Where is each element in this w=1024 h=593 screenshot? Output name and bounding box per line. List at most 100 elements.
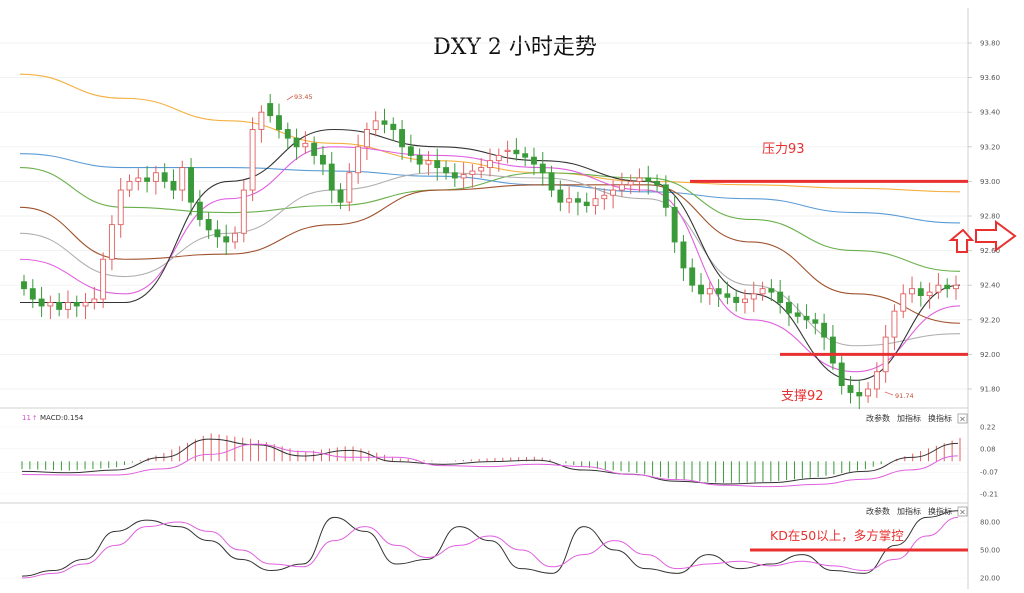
resistance-label: 压力93 <box>762 142 805 157</box>
candle-body <box>592 198 599 207</box>
chart-root: DXY 2 小时走势 93.80 93.60 93.40 93.20 93.00 92.8… <box>0 0 1024 589</box>
candle-body <box>909 288 915 295</box>
candle-body <box>531 156 537 165</box>
price-tick-label: 93.40 <box>980 109 1000 117</box>
candle-body <box>38 298 45 307</box>
candle-body <box>645 177 652 182</box>
candle-body <box>179 167 186 191</box>
candle-body <box>680 241 687 269</box>
macd-tick-label: 0.08 <box>980 445 996 453</box>
kd-edit-params-button[interactable]: 改参数 <box>866 506 890 516</box>
candle-body <box>513 149 520 155</box>
candle-body <box>240 189 247 234</box>
candle-body <box>65 302 71 310</box>
candle-body <box>144 177 151 182</box>
candle-body <box>785 302 792 314</box>
candle-body <box>416 154 423 165</box>
kd-add-indicator-button[interactable]: 加指标 <box>897 506 921 516</box>
candle-body <box>583 201 590 207</box>
candle-body <box>258 111 265 130</box>
price-tick-label: 93.20 <box>980 143 1000 151</box>
candle-body <box>355 146 362 174</box>
candle-body <box>469 170 476 175</box>
candle-body <box>161 172 168 182</box>
candle-body <box>548 172 555 191</box>
candle-body <box>328 163 335 191</box>
candle-body <box>135 177 142 182</box>
svg-text:×: × <box>959 508 966 517</box>
candle-body <box>671 206 678 243</box>
candle-body <box>917 288 924 297</box>
candle-body <box>451 172 458 179</box>
candle-body <box>742 298 748 303</box>
candle-body <box>803 315 810 321</box>
macd-tick-label: -0.07 <box>980 469 998 477</box>
price-tick-label: 93.80 <box>980 40 1000 48</box>
price-tick-label: 93.00 <box>980 178 1000 186</box>
candle-body <box>47 302 54 307</box>
price-tick-label: 93.60 <box>980 74 1000 82</box>
macd-close-icon[interactable]: × <box>957 413 968 424</box>
candle-body <box>627 180 634 186</box>
candle-body <box>276 115 282 130</box>
candle-body <box>425 160 432 165</box>
candle-body <box>293 137 300 148</box>
candle-body <box>302 142 309 148</box>
candle-body <box>724 293 731 298</box>
price-tick-label: 92.40 <box>980 282 1000 290</box>
candle-body <box>636 177 643 182</box>
kd-close-icon[interactable]: × <box>957 506 968 517</box>
candle-body <box>170 180 177 191</box>
svg-text:×: × <box>959 415 966 424</box>
candle-body <box>891 310 898 338</box>
candle-body <box>381 120 388 125</box>
candle-body <box>337 189 344 203</box>
candle-body <box>865 388 872 397</box>
candle-body <box>838 362 845 386</box>
support-label: 支撑92 <box>781 389 824 404</box>
price-tick-label: 91.80 <box>980 386 1000 394</box>
candle-body <box>152 172 159 182</box>
candle-body <box>618 184 625 191</box>
price-tick-label: 92.80 <box>980 213 1000 221</box>
macd-switch-indicator-button[interactable]: 换指标 <box>928 413 952 423</box>
candle-body <box>346 172 353 203</box>
candle-body <box>847 385 854 393</box>
candle-body <box>759 288 766 295</box>
candle-body <box>812 319 819 324</box>
candle-body <box>284 129 291 139</box>
candle-body <box>750 293 757 300</box>
kd-tick-label: 20.00 <box>980 575 1000 583</box>
candle-body <box>926 291 933 297</box>
candle-body <box>935 284 942 293</box>
candle-body <box>601 194 608 200</box>
candle-body <box>117 189 124 226</box>
candle-body <box>821 322 828 338</box>
candle-body <box>460 174 467 179</box>
candle-body <box>706 288 713 295</box>
candle-body <box>390 123 397 130</box>
low-label: 91.74 <box>895 392 914 400</box>
candle-body <box>108 224 115 260</box>
candle-body <box>407 146 414 156</box>
kd-tick-label: 80.00 <box>980 519 1000 527</box>
candle-body <box>91 298 98 303</box>
candle-body <box>399 129 406 148</box>
candle-body <box>249 129 256 191</box>
macd-edit-params-button[interactable]: 改参数 <box>866 413 890 423</box>
candle-body <box>56 302 63 310</box>
candle-body <box>21 281 27 290</box>
candle-body <box>953 284 959 290</box>
candle-body <box>829 336 836 364</box>
macd-add-indicator-button[interactable]: 加指标 <box>897 413 921 423</box>
candle-body <box>232 232 238 243</box>
macd-header-label: MACD:0.154 <box>40 414 84 422</box>
candle-body <box>214 229 221 238</box>
candle-body <box>434 160 441 169</box>
price-tick-label: 92.00 <box>980 351 1000 359</box>
chart-title: DXY 2 小时走势 <box>433 35 597 60</box>
candle-body <box>188 167 195 203</box>
chart-svg: DXY 2 小时走势 93.80 93.60 93.40 93.20 93.00 92.8… <box>0 0 1024 589</box>
macd-arrow-icon: ↑ <box>32 414 37 422</box>
macd-tick-label: 0.22 <box>980 424 996 432</box>
